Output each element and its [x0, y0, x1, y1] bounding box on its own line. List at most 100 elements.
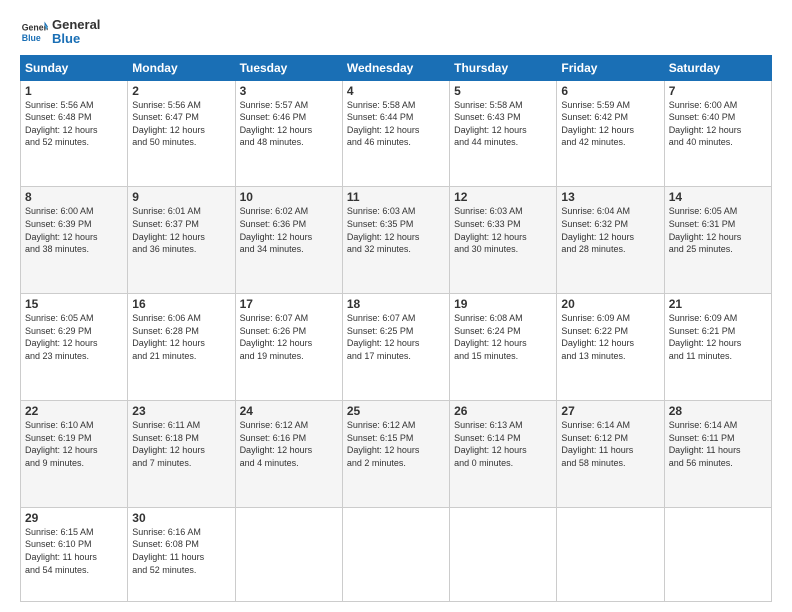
col-tuesday: Tuesday: [235, 55, 342, 80]
day-number: 28: [669, 404, 767, 418]
calendar-cell: 16Sunrise: 6:06 AMSunset: 6:28 PMDayligh…: [128, 294, 235, 401]
calendar-cell: [450, 507, 557, 601]
cell-daylight-info: Sunrise: 6:07 AMSunset: 6:25 PMDaylight:…: [347, 312, 445, 362]
calendar-cell: 13Sunrise: 6:04 AMSunset: 6:32 PMDayligh…: [557, 187, 664, 294]
cell-daylight-info: Sunrise: 6:03 AMSunset: 6:35 PMDaylight:…: [347, 205, 445, 255]
calendar-cell: 12Sunrise: 6:03 AMSunset: 6:33 PMDayligh…: [450, 187, 557, 294]
calendar-cell: [342, 507, 449, 601]
calendar-header-row: Sunday Monday Tuesday Wednesday Thursday…: [21, 55, 772, 80]
calendar-cell: 27Sunrise: 6:14 AMSunset: 6:12 PMDayligh…: [557, 400, 664, 507]
day-number: 7: [669, 84, 767, 98]
cell-daylight-info: Sunrise: 6:12 AMSunset: 6:15 PMDaylight:…: [347, 419, 445, 469]
calendar-cell: 23Sunrise: 6:11 AMSunset: 6:18 PMDayligh…: [128, 400, 235, 507]
day-number: 21: [669, 297, 767, 311]
calendar-cell: 6Sunrise: 5:59 AMSunset: 6:42 PMDaylight…: [557, 80, 664, 187]
cell-daylight-info: Sunrise: 6:13 AMSunset: 6:14 PMDaylight:…: [454, 419, 552, 469]
day-number: 13: [561, 190, 659, 204]
calendar-week-row: 8Sunrise: 6:00 AMSunset: 6:39 PMDaylight…: [21, 187, 772, 294]
calendar-cell: [235, 507, 342, 601]
cell-daylight-info: Sunrise: 5:58 AMSunset: 6:43 PMDaylight:…: [454, 99, 552, 149]
col-thursday: Thursday: [450, 55, 557, 80]
cell-daylight-info: Sunrise: 5:59 AMSunset: 6:42 PMDaylight:…: [561, 99, 659, 149]
day-number: 26: [454, 404, 552, 418]
day-number: 17: [240, 297, 338, 311]
calendar-week-row: 15Sunrise: 6:05 AMSunset: 6:29 PMDayligh…: [21, 294, 772, 401]
col-wednesday: Wednesday: [342, 55, 449, 80]
cell-daylight-info: Sunrise: 6:03 AMSunset: 6:33 PMDaylight:…: [454, 205, 552, 255]
page: General Blue General Blue Sunday Monday …: [0, 0, 792, 612]
col-sunday: Sunday: [21, 55, 128, 80]
calendar-cell: 18Sunrise: 6:07 AMSunset: 6:25 PMDayligh…: [342, 294, 449, 401]
calendar-table: Sunday Monday Tuesday Wednesday Thursday…: [20, 55, 772, 602]
calendar-cell: 5Sunrise: 5:58 AMSunset: 6:43 PMDaylight…: [450, 80, 557, 187]
cell-daylight-info: Sunrise: 5:58 AMSunset: 6:44 PMDaylight:…: [347, 99, 445, 149]
calendar-cell: 8Sunrise: 6:00 AMSunset: 6:39 PMDaylight…: [21, 187, 128, 294]
calendar-cell: 11Sunrise: 6:03 AMSunset: 6:35 PMDayligh…: [342, 187, 449, 294]
logo-wordmark: General Blue: [52, 18, 100, 47]
cell-daylight-info: Sunrise: 6:05 AMSunset: 6:29 PMDaylight:…: [25, 312, 123, 362]
calendar-week-row: 1Sunrise: 5:56 AMSunset: 6:48 PMDaylight…: [21, 80, 772, 187]
cell-daylight-info: Sunrise: 6:12 AMSunset: 6:16 PMDaylight:…: [240, 419, 338, 469]
day-number: 30: [132, 511, 230, 525]
day-number: 16: [132, 297, 230, 311]
cell-daylight-info: Sunrise: 6:05 AMSunset: 6:31 PMDaylight:…: [669, 205, 767, 255]
cell-daylight-info: Sunrise: 6:07 AMSunset: 6:26 PMDaylight:…: [240, 312, 338, 362]
day-number: 1: [25, 84, 123, 98]
cell-daylight-info: Sunrise: 5:56 AMSunset: 6:47 PMDaylight:…: [132, 99, 230, 149]
calendar-cell: 30Sunrise: 6:16 AMSunset: 6:08 PMDayligh…: [128, 507, 235, 601]
calendar-cell: 21Sunrise: 6:09 AMSunset: 6:21 PMDayligh…: [664, 294, 771, 401]
calendar-cell: 3Sunrise: 5:57 AMSunset: 6:46 PMDaylight…: [235, 80, 342, 187]
day-number: 24: [240, 404, 338, 418]
calendar-cell: 15Sunrise: 6:05 AMSunset: 6:29 PMDayligh…: [21, 294, 128, 401]
cell-daylight-info: Sunrise: 6:00 AMSunset: 6:39 PMDaylight:…: [25, 205, 123, 255]
day-number: 10: [240, 190, 338, 204]
day-number: 15: [25, 297, 123, 311]
day-number: 9: [132, 190, 230, 204]
cell-daylight-info: Sunrise: 6:06 AMSunset: 6:28 PMDaylight:…: [132, 312, 230, 362]
day-number: 20: [561, 297, 659, 311]
day-number: 5: [454, 84, 552, 98]
day-number: 11: [347, 190, 445, 204]
col-friday: Friday: [557, 55, 664, 80]
day-number: 3: [240, 84, 338, 98]
cell-daylight-info: Sunrise: 6:00 AMSunset: 6:40 PMDaylight:…: [669, 99, 767, 149]
day-number: 23: [132, 404, 230, 418]
day-number: 6: [561, 84, 659, 98]
cell-daylight-info: Sunrise: 6:08 AMSunset: 6:24 PMDaylight:…: [454, 312, 552, 362]
cell-daylight-info: Sunrise: 6:14 AMSunset: 6:11 PMDaylight:…: [669, 419, 767, 469]
calendar-cell: 10Sunrise: 6:02 AMSunset: 6:36 PMDayligh…: [235, 187, 342, 294]
cell-daylight-info: Sunrise: 6:14 AMSunset: 6:12 PMDaylight:…: [561, 419, 659, 469]
col-monday: Monday: [128, 55, 235, 80]
calendar-week-row: 29Sunrise: 6:15 AMSunset: 6:10 PMDayligh…: [21, 507, 772, 601]
cell-daylight-info: Sunrise: 6:15 AMSunset: 6:10 PMDaylight:…: [25, 526, 123, 576]
day-number: 22: [25, 404, 123, 418]
cell-daylight-info: Sunrise: 6:04 AMSunset: 6:32 PMDaylight:…: [561, 205, 659, 255]
day-number: 18: [347, 297, 445, 311]
calendar-week-row: 22Sunrise: 6:10 AMSunset: 6:19 PMDayligh…: [21, 400, 772, 507]
calendar-cell: 20Sunrise: 6:09 AMSunset: 6:22 PMDayligh…: [557, 294, 664, 401]
calendar-cell: 19Sunrise: 6:08 AMSunset: 6:24 PMDayligh…: [450, 294, 557, 401]
calendar-cell: 2Sunrise: 5:56 AMSunset: 6:47 PMDaylight…: [128, 80, 235, 187]
calendar-cell: 22Sunrise: 6:10 AMSunset: 6:19 PMDayligh…: [21, 400, 128, 507]
col-saturday: Saturday: [664, 55, 771, 80]
day-number: 14: [669, 190, 767, 204]
day-number: 2: [132, 84, 230, 98]
cell-daylight-info: Sunrise: 5:57 AMSunset: 6:46 PMDaylight:…: [240, 99, 338, 149]
svg-text:General: General: [22, 23, 48, 33]
calendar-cell: 4Sunrise: 5:58 AMSunset: 6:44 PMDaylight…: [342, 80, 449, 187]
cell-daylight-info: Sunrise: 5:56 AMSunset: 6:48 PMDaylight:…: [25, 99, 123, 149]
day-number: 19: [454, 297, 552, 311]
calendar-cell: 14Sunrise: 6:05 AMSunset: 6:31 PMDayligh…: [664, 187, 771, 294]
calendar-cell: 7Sunrise: 6:00 AMSunset: 6:40 PMDaylight…: [664, 80, 771, 187]
cell-daylight-info: Sunrise: 6:09 AMSunset: 6:21 PMDaylight:…: [669, 312, 767, 362]
calendar-cell: [664, 507, 771, 601]
day-number: 12: [454, 190, 552, 204]
calendar-cell: 9Sunrise: 6:01 AMSunset: 6:37 PMDaylight…: [128, 187, 235, 294]
calendar-cell: 24Sunrise: 6:12 AMSunset: 6:16 PMDayligh…: [235, 400, 342, 507]
svg-text:Blue: Blue: [22, 33, 41, 43]
calendar-cell: 29Sunrise: 6:15 AMSunset: 6:10 PMDayligh…: [21, 507, 128, 601]
day-number: 27: [561, 404, 659, 418]
calendar-cell: [557, 507, 664, 601]
cell-daylight-info: Sunrise: 6:09 AMSunset: 6:22 PMDaylight:…: [561, 312, 659, 362]
day-number: 29: [25, 511, 123, 525]
